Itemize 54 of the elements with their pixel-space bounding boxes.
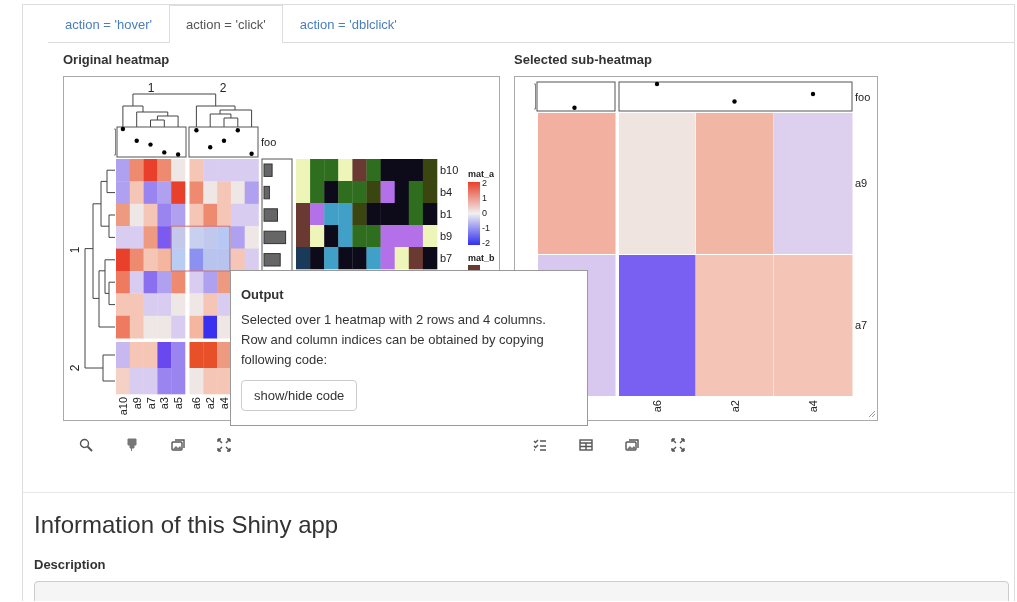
tab[interactable]: action = 'click'	[169, 5, 283, 43]
column-label: a5	[172, 397, 185, 410]
row-label: b1	[440, 208, 453, 220]
scatter-annotation-drawing	[116, 126, 187, 158]
tab[interactable]: action = 'hover'	[48, 5, 169, 43]
split-label: 2	[219, 81, 227, 95]
row-label: b10	[440, 164, 459, 176]
table-icon[interactable]	[577, 436, 595, 454]
split-label: 1	[147, 81, 155, 95]
description-label: Description	[34, 557, 107, 572]
axis-line	[113, 128, 116, 156]
annotation-label: foo	[855, 90, 871, 103]
row-label: a9	[855, 177, 868, 189]
show-hide-code-button[interactable]: show/hide code	[241, 380, 358, 411]
axis-line	[533, 83, 536, 110]
expand-icon[interactable]	[669, 436, 687, 454]
selection-box	[170, 225, 231, 272]
column-label: a9	[130, 397, 143, 410]
legend-label: -1	[482, 223, 490, 233]
color-scale	[468, 182, 480, 245]
expand-icon[interactable]	[215, 436, 233, 454]
column-label: a6	[190, 397, 203, 410]
resize-grip-icon[interactable]	[868, 410, 876, 418]
column-label: a7	[144, 397, 157, 410]
column-label: a4	[807, 400, 819, 413]
search-icon[interactable]	[77, 436, 95, 454]
image-icon[interactable]	[169, 436, 187, 454]
column-label: a3	[158, 397, 171, 410]
legend-label: -2	[482, 238, 490, 248]
image-icon[interactable]	[623, 436, 641, 454]
popup-text: Selected over 1 heatmap with 2 rows and 4 columns. Row and column indices can be obtained by copying following code:	[241, 311, 547, 369]
legend-label: 2	[482, 178, 487, 188]
column-label: a2	[728, 400, 741, 413]
row-label: b7	[440, 252, 453, 264]
legend-label: 1	[482, 193, 487, 203]
legend-title: mat_a	[468, 169, 494, 179]
row-label: b4	[440, 186, 453, 198]
split-label: 2	[68, 364, 82, 372]
row-label: b9	[440, 230, 453, 242]
column-label: a2	[204, 397, 217, 410]
plot-title: Selected sub-heatmap	[514, 51, 653, 69]
popup-title: Output	[241, 287, 285, 302]
scatter-annotation-drawing	[188, 126, 259, 158]
split-label: 1	[68, 246, 82, 254]
legend-label: 0	[482, 208, 487, 218]
column-label: a4	[218, 397, 230, 410]
legend-title: mat_b	[468, 253, 495, 263]
plot-title: Original heatmap	[63, 51, 171, 69]
section-heading: Information of this Shiny app	[34, 510, 340, 540]
column-label: a10	[116, 397, 129, 416]
column-label: a6	[651, 400, 663, 413]
row-label: a7	[855, 319, 868, 331]
tab[interactable]: action = 'dblclick'	[282, 5, 414, 43]
annotation-label: foo	[261, 136, 277, 148]
